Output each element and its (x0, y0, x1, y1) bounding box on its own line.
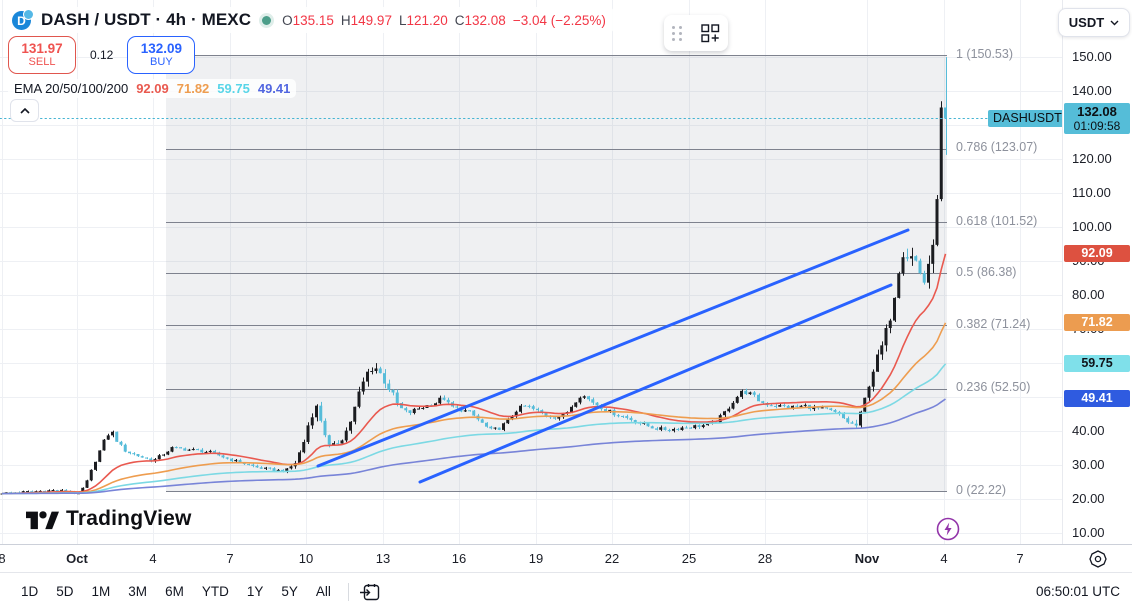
trading-chart-app: 1 (150.53) 0.786 (123.07) 0.618 (101.52) 0.… (0, 0, 1132, 610)
ema-legend[interactable]: EMA 20/50/100/200 92.09 71.82 59.75 49.4… (8, 79, 296, 98)
ema-price-tag: 71.82 (1064, 314, 1130, 331)
open-label: O (282, 13, 293, 28)
fib-level-label: 0.236 (52.50) (956, 380, 1030, 394)
range-button-1y[interactable]: 1Y (238, 579, 273, 604)
watermark-text: TradingView (66, 507, 192, 531)
ema100-value: 59.75 (217, 81, 250, 96)
range-button-ytd[interactable]: YTD (193, 579, 238, 604)
buy-price: 132.09 (141, 42, 182, 57)
time-tick: 16 (452, 551, 466, 566)
range-button-5y[interactable]: 5Y (272, 579, 307, 604)
sell-price: 131.97 (21, 42, 62, 57)
price-tick: 30.00 (1072, 457, 1105, 472)
price-tick: 100.00 (1072, 219, 1112, 234)
close-value: 132.08 (465, 13, 506, 28)
last-price-tag: 132.0801:09:58 (1064, 103, 1130, 134)
price-tick: 80.00 (1072, 287, 1105, 302)
boost-lightning-button[interactable] (936, 517, 960, 541)
floating-toolbar (664, 15, 728, 51)
sell-button[interactable]: 131.97 SELL (8, 36, 76, 74)
price-tick: 140.00 (1072, 83, 1112, 98)
fib-level-label: 0.5 (86.38) (956, 265, 1016, 279)
low-value: 121.20 (406, 13, 447, 28)
bottom-toolbar: 1D5D1M3M6MYTD1Y5YAll 06:50:01 UTC (0, 572, 1132, 610)
price-tick: 150.00 (1072, 49, 1112, 64)
collapse-legend-button[interactable] (10, 99, 39, 122)
time-tick: 7 (226, 551, 233, 566)
range-button-1d[interactable]: 1D (12, 579, 47, 604)
tradingview-logo-icon (26, 506, 59, 532)
price-tick: 110.00 (1072, 185, 1111, 200)
close-label: C (455, 13, 465, 28)
ohlc-values: O135.15 H149.97 L121.20 C132.08 −3.04 (−… (282, 13, 606, 28)
price-tick: 10.00 (1072, 525, 1105, 540)
range-button-6m[interactable]: 6M (156, 579, 193, 604)
spread-value: 0.12 (90, 48, 113, 62)
fib-level-label: 0.786 (123.07) (956, 140, 1037, 154)
time-tick: 4 (940, 551, 947, 566)
open-value: 135.15 (293, 13, 334, 28)
last-price-value: 132.08 (1064, 104, 1130, 119)
range-button-5d[interactable]: 5D (47, 579, 82, 604)
session-clock[interactable]: 06:50:01 UTC (1036, 584, 1120, 599)
ema-price-tag: 49.41 (1064, 390, 1130, 407)
high-label: H (341, 13, 351, 28)
time-tick: 10 (299, 551, 313, 566)
time-tick: 13 (376, 551, 390, 566)
ema-price-tag: 59.75 (1064, 355, 1130, 372)
buy-button[interactable]: 132.09 BUY (127, 36, 195, 74)
ema200-value: 49.41 (258, 81, 291, 96)
time-tick: 19 (529, 551, 543, 566)
go-to-date-button[interactable] (357, 580, 383, 604)
dash-coin-icon: D (12, 9, 34, 31)
currency-selector[interactable]: USDT (1058, 8, 1130, 37)
price-tick: 20.00 (1072, 491, 1105, 506)
drag-handle-icon[interactable] (672, 26, 683, 41)
time-tick: 8 (0, 551, 6, 566)
chevron-up-icon (20, 108, 30, 114)
fib-level-label: 1 (150.53) (956, 47, 1013, 61)
calendar-icon (360, 583, 380, 601)
fib-level-label: 0 (22.22) (956, 483, 1006, 497)
price-tick: 40.00 (1072, 423, 1105, 438)
symbol-legend[interactable]: D DASH / USDT · 4h · MEXC O135.15 H149.9… (8, 7, 614, 33)
time-tick: Oct (66, 551, 88, 566)
time-tick: 22 (605, 551, 619, 566)
symbol-title[interactable]: DASH / USDT · 4h · MEXC (41, 10, 251, 30)
price-axis[interactable]: 150.00140.00130.00120.00110.00100.0090.0… (1062, 0, 1132, 544)
price-tick: 120.00 (1072, 151, 1112, 166)
market-status-icon[interactable] (262, 16, 271, 25)
range-button-1m[interactable]: 1M (83, 579, 120, 604)
time-tick: 7 (1016, 551, 1023, 566)
currency-label: USDT (1069, 15, 1104, 30)
fib-level-label: 0.382 (71.24) (956, 317, 1030, 331)
ema50-value: 71.82 (177, 81, 210, 96)
ema20-value: 92.09 (136, 81, 169, 96)
range-button-all[interactable]: All (307, 579, 340, 604)
tradingview-watermark[interactable]: TradingView (26, 506, 192, 532)
ema-legend-label: EMA 20/50/100/200 (14, 81, 128, 96)
toolbar-divider (348, 583, 349, 601)
chevron-down-icon (1110, 20, 1119, 26)
add-indicator-grid-icon[interactable] (701, 24, 720, 43)
high-value: 149.97 (351, 13, 392, 28)
time-tick: 4 (149, 551, 156, 566)
change-value: −3.04 (−2.25%) (513, 13, 606, 28)
axis-settings-gear-icon[interactable] (1088, 549, 1108, 569)
sell-label: SELL (29, 56, 56, 68)
buy-label: BUY (150, 56, 173, 68)
time-tick: Nov (855, 551, 880, 566)
range-buttons: 1D5D1M3M6MYTD1Y5YAll (12, 579, 340, 604)
time-axis[interactable]: 8 Oct 4 7 10 13 16 19 22 25 28 Nov 4 7 (0, 544, 1132, 572)
fib-level-label: 0.618 (101.52) (956, 214, 1037, 228)
trade-panel: 131.97 SELL 0.12 132.09 BUY (8, 36, 195, 74)
symbol-price-flag: DASHUSDT (988, 110, 1067, 127)
time-tick: 28 (758, 551, 772, 566)
ema-price-tag: 92.09 (1064, 245, 1130, 262)
time-tick: 25 (682, 551, 696, 566)
range-button-3m[interactable]: 3M (119, 579, 156, 604)
bar-countdown: 01:09:58 (1064, 119, 1130, 133)
